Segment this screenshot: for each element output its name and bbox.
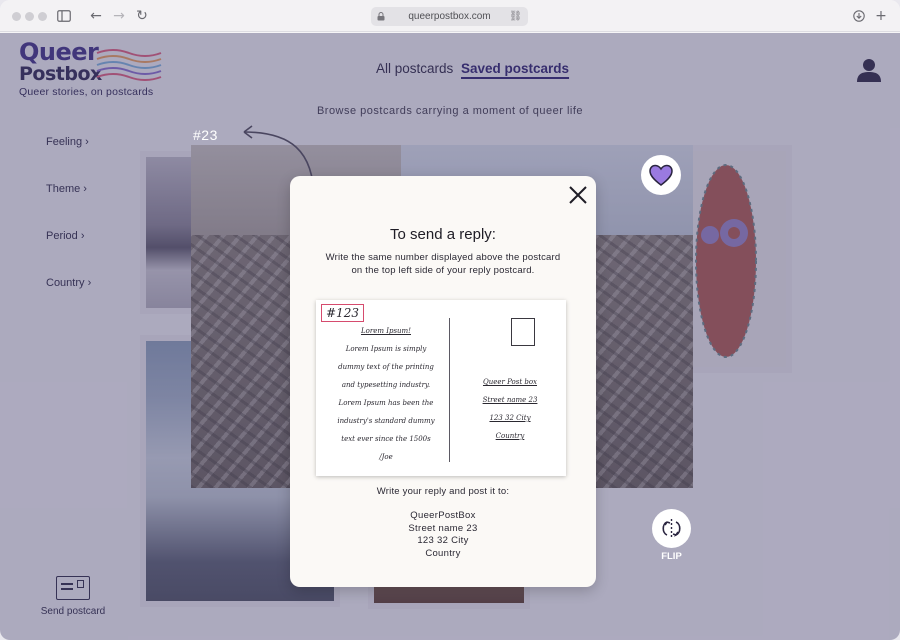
modal-instruction: Write the same number displayed above th…: [325, 252, 561, 276]
back-arrow-icon[interactable]: ←: [87, 7, 105, 25]
window-close-dot[interactable]: [12, 12, 21, 21]
url-text: queerpostbox.com: [408, 11, 491, 22]
flip-label: FLIP: [661, 551, 682, 562]
save-heart-button[interactable]: [641, 155, 681, 195]
window-minimize-dot[interactable]: [25, 12, 34, 21]
address-line: Queer Post box: [482, 378, 538, 386]
address-line: 123 32 City: [489, 414, 531, 422]
address-line: 123 32 City: [417, 535, 469, 546]
message-line: Lorem Ipsum!: [360, 327, 411, 335]
address-line: Street name 23: [408, 522, 478, 534]
browser-toolbar: ← → ↻ queerpostbox.com ⛓ +: [0, 0, 900, 32]
flip-icon: [662, 519, 681, 538]
reply-instructions-modal: To send a reply: Write the same number d…: [290, 176, 596, 587]
address-line: Country: [495, 432, 525, 440]
address-line: Country: [425, 547, 461, 559]
window-zoom-dot[interactable]: [38, 12, 47, 21]
postcard-number: #23: [193, 127, 218, 143]
example-postcard: #123 Lorem Ipsum! Lorem Ipsum is simply …: [316, 300, 566, 476]
modal-reply-text: Write your reply and post it to:: [376, 486, 510, 497]
forward-arrow-icon[interactable]: →: [110, 7, 128, 25]
message-line: dummy text of the printing: [338, 363, 434, 371]
message-line: industry's standard dummy: [337, 417, 435, 425]
close-icon[interactable]: [568, 185, 588, 205]
example-postcard-number: #123: [321, 304, 364, 322]
modal-address: QueerPostBox Street name 23 123 32 City …: [290, 510, 596, 560]
message-line: text ever since the 1500s: [341, 435, 431, 443]
address-bar[interactable]: queerpostbox.com ⛓: [371, 7, 528, 26]
message-line: and typesetting industry.: [341, 381, 431, 389]
address-line: Street name 23: [482, 396, 538, 404]
flip-button[interactable]: [652, 509, 691, 548]
example-message: Lorem Ipsum! Lorem Ipsum is simply dummy…: [334, 322, 438, 466]
sidebar-toggle-icon[interactable]: [55, 7, 73, 25]
postcard-divider: [449, 318, 450, 462]
lock-icon: [377, 7, 385, 28]
heart-icon: [649, 164, 673, 186]
download-icon[interactable]: [850, 7, 868, 25]
reload-icon[interactable]: ↻: [133, 7, 151, 25]
message-line: Lorem Ipsum has been the: [338, 399, 434, 407]
new-tab-icon[interactable]: +: [872, 7, 890, 25]
address-line: QueerPostBox: [410, 510, 476, 521]
message-line: Lorem Ipsum is simply: [345, 345, 427, 353]
link-icon[interactable]: ⛓: [509, 7, 522, 26]
example-address: Queer Post box Street name 23 123 32 Cit…: [466, 373, 554, 445]
stamp-box: [511, 318, 535, 346]
message-line: /Joe: [379, 453, 393, 461]
modal-title: To send a reply:: [390, 226, 496, 243]
browser-window: ← → ↻ queerpostbox.com ⛓ + Queer Postbox…: [0, 0, 900, 640]
